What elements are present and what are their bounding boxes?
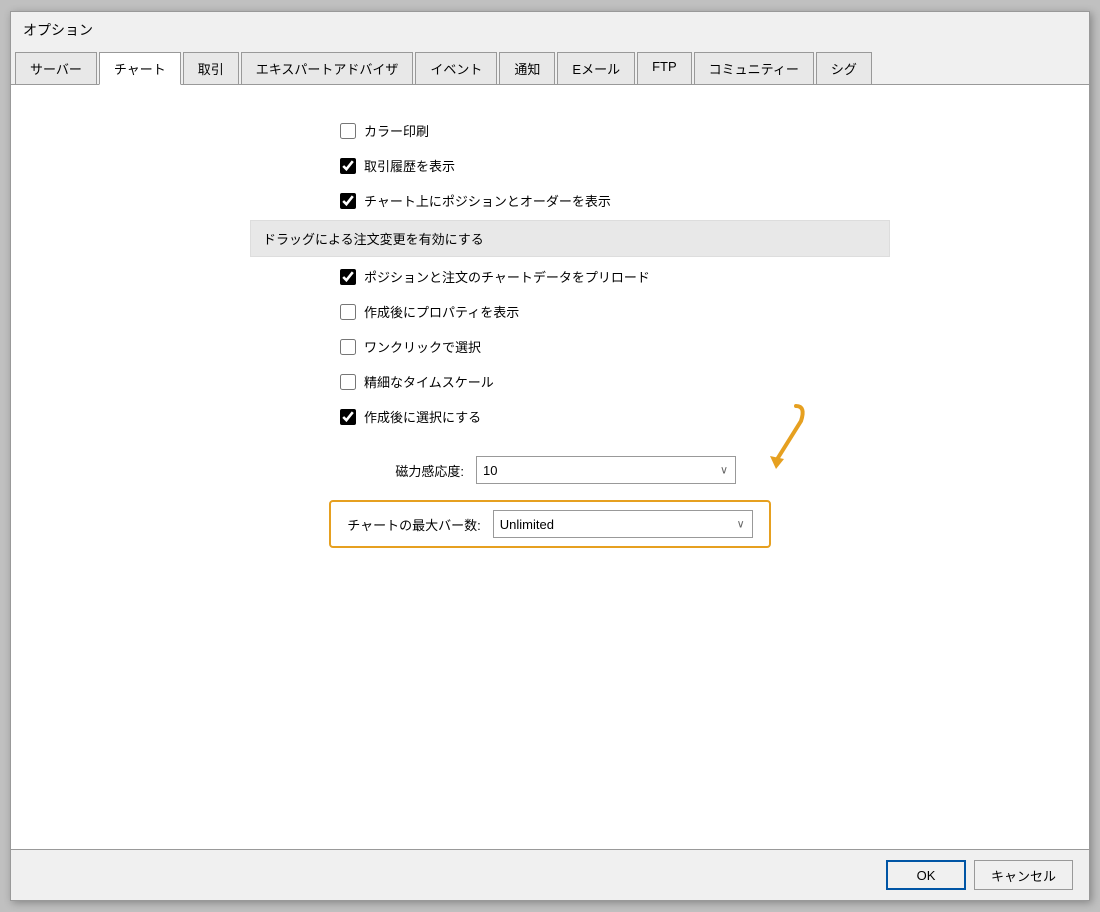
tab-chart[interactable]: チャート (99, 52, 181, 85)
checkbox-one-click-select[interactable] (340, 339, 356, 355)
ok-button[interactable]: OK (886, 860, 966, 890)
tab-trade[interactable]: 取引 (183, 52, 239, 84)
label-show-properties[interactable]: 作成後にプロパティを表示 (364, 302, 519, 321)
max-bars-highlight-box: チャートの最大バー数: Unlimited 1000 5000 10000 50… (329, 500, 770, 548)
max-bars-select[interactable]: Unlimited 1000 5000 10000 50000 100000 (493, 510, 753, 538)
max-bars-label: チャートの最大バー数: (347, 515, 480, 534)
magnetic-sensitivity-row: 磁力感応度: 10 1 5 20 50 (364, 456, 736, 484)
tab-ftp[interactable]: FTP (637, 52, 692, 84)
label-show-trade-history[interactable]: 取引履歴を表示 (364, 156, 455, 175)
label-color-print[interactable]: カラー印刷 (364, 121, 429, 140)
option-fine-timescale: 精細なタイムスケール (340, 366, 760, 397)
tab-notify[interactable]: 通知 (499, 52, 555, 84)
bottom-bar: OK キャンセル (11, 849, 1089, 900)
checkbox-show-trade-history[interactable] (340, 158, 356, 174)
label-drag-order: ドラッグによる注文変更を有効にする (263, 229, 484, 248)
option-drag-order: ドラッグによる注文変更を有効にする (250, 220, 890, 257)
tab-community[interactable]: コミュニティー (694, 52, 814, 84)
tab-sig[interactable]: シグ (816, 52, 872, 84)
tab-event[interactable]: イベント (415, 52, 497, 84)
content-area: カラー印刷 取引履歴を表示 チャート上にポジションとオーダーを表示 ドラッグによ… (11, 85, 1089, 849)
checkbox-color-print[interactable] (340, 123, 356, 139)
tab-expert[interactable]: エキスパートアドバイザ (241, 52, 414, 84)
label-one-click-select[interactable]: ワンクリックで選択 (364, 337, 481, 356)
option-show-properties: 作成後にプロパティを表示 (340, 296, 760, 327)
option-color-print: カラー印刷 (340, 115, 760, 146)
options-dialog: オプション サーバー チャート 取引 エキスパートアドバイザ イベント 通知 E… (10, 11, 1090, 901)
label-fine-timescale[interactable]: 精細なタイムスケール (364, 372, 494, 391)
checkbox-show-positions-orders[interactable] (340, 193, 356, 209)
magnetic-sensitivity-select[interactable]: 10 1 5 20 50 (476, 456, 736, 484)
dialog-title: オプション (11, 12, 1089, 48)
option-preload-chart-data: ポジションと注文のチャートデータをプリロード (340, 261, 760, 292)
fields-section: 磁力感応度: 10 1 5 20 50 (31, 448, 1069, 552)
label-preload-chart-data[interactable]: ポジションと注文のチャートデータをプリロード (364, 267, 650, 286)
option-select-after-create: 作成後に選択にする (340, 401, 760, 432)
option-show-trade-history: 取引履歴を表示 (340, 150, 760, 181)
tab-bar: サーバー チャート 取引 エキスパートアドバイザ イベント 通知 Eメール FT… (11, 48, 1089, 85)
tab-server[interactable]: サーバー (15, 52, 97, 84)
option-show-positions-orders: チャート上にポジションとオーダーを表示 (340, 185, 760, 216)
checkbox-show-properties[interactable] (340, 304, 356, 320)
label-select-after-create[interactable]: 作成後に選択にする (364, 407, 481, 426)
checkbox-select-after-create[interactable] (340, 409, 356, 425)
label-show-positions-orders[interactable]: チャート上にポジションとオーダーを表示 (364, 191, 611, 210)
checkbox-fine-timescale[interactable] (340, 374, 356, 390)
orange-arrow-annotation (716, 401, 816, 471)
magnetic-sensitivity-select-wrapper: 10 1 5 20 50 (476, 456, 736, 484)
checkbox-preload-chart-data[interactable] (340, 269, 356, 285)
options-list: カラー印刷 取引履歴を表示 チャート上にポジションとオーダーを表示 ドラッグによ… (31, 115, 1069, 432)
option-one-click-select: ワンクリックで選択 (340, 331, 760, 362)
max-bars-select-wrapper: Unlimited 1000 5000 10000 50000 100000 (493, 510, 753, 538)
cancel-button[interactable]: キャンセル (974, 860, 1073, 890)
tab-email[interactable]: Eメール (557, 52, 635, 84)
magnetic-sensitivity-label: 磁力感応度: (364, 461, 464, 480)
